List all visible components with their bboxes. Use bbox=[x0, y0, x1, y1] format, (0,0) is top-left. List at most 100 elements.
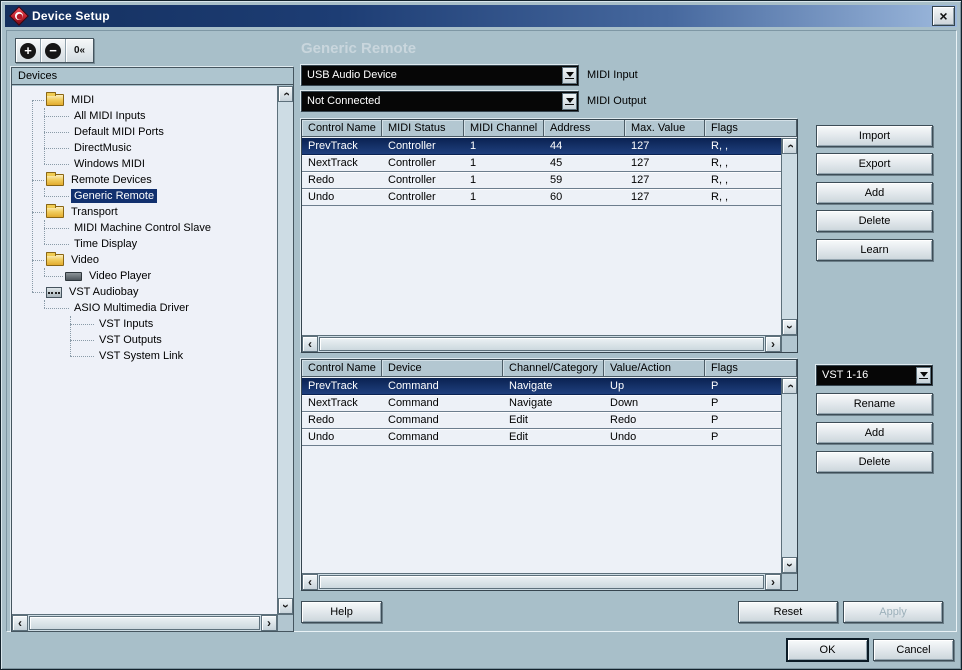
tree-item[interactable]: VST System Link bbox=[12, 348, 277, 364]
cancel-button[interactable]: Cancel bbox=[873, 639, 954, 661]
table-row[interactable]: NextTrack Command Navigate Down P bbox=[302, 395, 781, 412]
tree-horizontal-scrollbar[interactable]: ‹ › bbox=[12, 614, 277, 631]
column-header[interactable]: Value/Action bbox=[604, 360, 705, 376]
column-header[interactable]: Flags bbox=[705, 120, 797, 136]
midi-controls-table: Control Name MIDI Status MIDI Channel Ad… bbox=[301, 119, 798, 353]
reset-all-button[interactable]: 0« bbox=[66, 39, 93, 62]
table-vertical-scrollbar[interactable]: › › bbox=[781, 378, 797, 573]
chevron-down-icon[interactable] bbox=[916, 367, 931, 384]
import-button[interactable]: Import bbox=[816, 125, 933, 147]
scroll-down-icon[interactable]: › bbox=[782, 319, 797, 335]
chevron-down-icon[interactable] bbox=[562, 67, 577, 84]
midi-output-select[interactable]: Not Connected bbox=[301, 91, 579, 112]
tree-item-label: MIDI Machine Control Slave bbox=[71, 221, 214, 235]
table-row[interactable]: PrevTrack Command Navigate Up P bbox=[302, 378, 781, 395]
scroll-up-icon[interactable]: › bbox=[782, 378, 797, 394]
help-button[interactable]: Help bbox=[301, 601, 382, 623]
scroll-left-icon[interactable]: ‹ bbox=[12, 615, 28, 631]
export-button[interactable]: Export bbox=[816, 153, 933, 175]
titlebar[interactable]: Device Setup × bbox=[5, 5, 957, 27]
scroll-down-icon[interactable]: › bbox=[278, 598, 293, 614]
scroll-down-icon[interactable]: › bbox=[782, 557, 797, 573]
bank-delete-button[interactable]: Delete bbox=[816, 451, 933, 473]
cell-midi-status: Controller bbox=[382, 138, 464, 154]
tree-item[interactable]: Video Player bbox=[12, 268, 277, 284]
scroll-up-icon[interactable]: › bbox=[278, 86, 293, 102]
learn-button[interactable]: Learn bbox=[816, 239, 933, 261]
scrollbar-corner bbox=[781, 335, 797, 352]
table-horizontal-scrollbar[interactable]: ‹ › bbox=[302, 335, 781, 352]
ok-button[interactable]: OK bbox=[787, 639, 868, 661]
bank-select[interactable]: VST 1-16 bbox=[816, 365, 933, 386]
tree-item[interactable]: All MIDI Inputs bbox=[12, 108, 277, 124]
bank-add-button[interactable]: Add bbox=[816, 422, 933, 444]
tree-item[interactable]: Remote Devices bbox=[12, 172, 277, 188]
remove-device-button[interactable]: − bbox=[41, 39, 66, 62]
tree-item[interactable]: MIDI Machine Control Slave bbox=[12, 220, 277, 236]
scroll-left-icon[interactable]: ‹ bbox=[302, 336, 318, 352]
cell-midi-channel: 1 bbox=[464, 172, 544, 188]
add-device-button[interactable]: + bbox=[16, 39, 41, 62]
tree-vertical-scrollbar[interactable]: › › bbox=[277, 86, 293, 614]
table-horizontal-scrollbar[interactable]: ‹ › bbox=[302, 573, 781, 590]
cell-device: Command bbox=[382, 395, 503, 411]
devices-panel: Devices MIDI All bbox=[11, 67, 294, 632]
window-title: Device Setup bbox=[32, 9, 110, 23]
cell-midi-channel: 1 bbox=[464, 155, 544, 171]
tree-item-label: Windows MIDI bbox=[71, 157, 148, 171]
column-header[interactable]: Address bbox=[544, 120, 625, 136]
tree-item[interactable]: Default MIDI Ports bbox=[12, 124, 277, 140]
rename-button[interactable]: Rename bbox=[816, 393, 933, 415]
column-header[interactable]: Channel/Category bbox=[503, 360, 604, 376]
table-row[interactable]: Redo Controller 1 59 127 R, , bbox=[302, 172, 781, 189]
column-header[interactable]: Control Name bbox=[302, 120, 382, 136]
tree-item[interactable]: Transport bbox=[12, 204, 277, 220]
scrollbar-thumb[interactable] bbox=[29, 616, 260, 630]
tree-item[interactable]: VST Audiobay bbox=[12, 284, 277, 300]
cell-channel-category: Edit bbox=[503, 412, 604, 428]
scrollbar-thumb[interactable] bbox=[319, 337, 764, 351]
table-row[interactable]: NextTrack Controller 1 45 127 R, , bbox=[302, 155, 781, 172]
tree-item-icon bbox=[65, 272, 82, 281]
scroll-right-icon[interactable]: › bbox=[261, 615, 277, 631]
close-button[interactable]: × bbox=[932, 6, 955, 26]
scroll-left-icon[interactable]: ‹ bbox=[302, 574, 318, 590]
page-title: Generic Remote bbox=[301, 40, 416, 57]
scrollbar-thumb[interactable] bbox=[319, 575, 764, 589]
column-header[interactable]: Max. Value bbox=[625, 120, 705, 136]
table-vertical-scrollbar[interactable]: › › bbox=[781, 138, 797, 335]
table-body: PrevTrack Command Navigate Up P NextTrac… bbox=[302, 378, 781, 573]
reset-button[interactable]: Reset bbox=[738, 601, 838, 623]
scroll-right-icon[interactable]: › bbox=[765, 336, 781, 352]
delete-button[interactable]: Delete bbox=[816, 210, 933, 232]
column-header[interactable]: Flags bbox=[705, 360, 797, 376]
tree-item[interactable]: Video bbox=[12, 252, 277, 268]
midi-input-select[interactable]: USB Audio Device bbox=[301, 65, 579, 86]
scroll-right-icon[interactable]: › bbox=[765, 574, 781, 590]
apply-button[interactable]: Apply bbox=[843, 601, 943, 623]
tree-item[interactable]: VST Outputs bbox=[12, 332, 277, 348]
column-header[interactable]: MIDI Channel bbox=[464, 120, 544, 136]
tree-item[interactable]: DirectMusic bbox=[12, 140, 277, 156]
chevron-down-icon[interactable] bbox=[562, 93, 577, 110]
column-header[interactable]: Control Name bbox=[302, 360, 382, 376]
cell-max-value: 127 bbox=[625, 189, 705, 205]
cell-address: 60 bbox=[544, 189, 625, 205]
tree-item[interactable]: ASIO Multimedia Driver bbox=[12, 300, 277, 316]
tree-item[interactable]: VST Inputs bbox=[12, 316, 277, 332]
tree-item[interactable]: Windows MIDI bbox=[12, 156, 277, 172]
table-row[interactable]: Redo Command Edit Redo P bbox=[302, 412, 781, 429]
column-header[interactable]: Device bbox=[382, 360, 503, 376]
cell-control-name: Undo bbox=[302, 429, 382, 445]
add-label: Add bbox=[865, 187, 885, 199]
table-row[interactable]: PrevTrack Controller 1 44 127 R, , bbox=[302, 138, 781, 155]
table-row[interactable]: Undo Command Edit Undo P bbox=[302, 429, 781, 446]
scroll-up-icon[interactable]: › bbox=[782, 138, 797, 154]
tree-item[interactable]: MIDI bbox=[12, 92, 277, 108]
tree-item[interactable]: Generic Remote bbox=[12, 188, 277, 204]
cell-channel-category: Navigate bbox=[503, 395, 604, 411]
add-button[interactable]: Add bbox=[816, 182, 933, 204]
table-row[interactable]: Undo Controller 1 60 127 R, , bbox=[302, 189, 781, 206]
tree-item[interactable]: Time Display bbox=[12, 236, 277, 252]
column-header[interactable]: MIDI Status bbox=[382, 120, 464, 136]
